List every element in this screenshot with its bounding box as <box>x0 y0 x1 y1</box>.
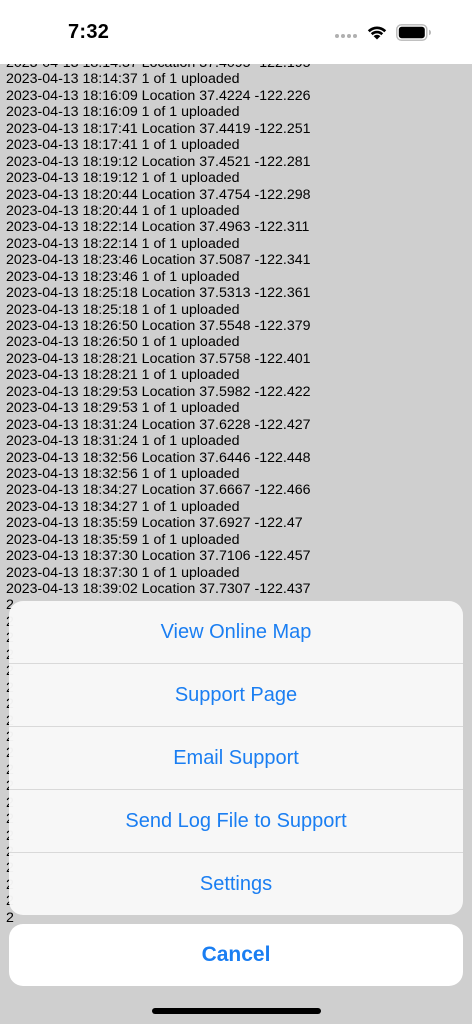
battery-icon <box>396 24 431 41</box>
wifi-icon <box>367 26 387 40</box>
support-page-button[interactable]: Support Page <box>9 664 463 727</box>
send-log-file-button[interactable]: Send Log File to Support <box>9 790 463 853</box>
action-sheet: View Online Map Support Page Email Suppo… <box>9 601 463 915</box>
cellular-signal-icon <box>335 34 357 38</box>
status-bar: 7:32 <box>0 0 472 64</box>
home-indicator[interactable] <box>152 1008 321 1014</box>
email-support-button[interactable]: Email Support <box>9 727 463 790</box>
view-online-map-button[interactable]: View Online Map <box>9 601 463 664</box>
settings-button[interactable]: Settings <box>9 853 463 915</box>
cancel-button[interactable]: Cancel <box>9 924 463 986</box>
status-time: 7:32 <box>68 21 110 43</box>
